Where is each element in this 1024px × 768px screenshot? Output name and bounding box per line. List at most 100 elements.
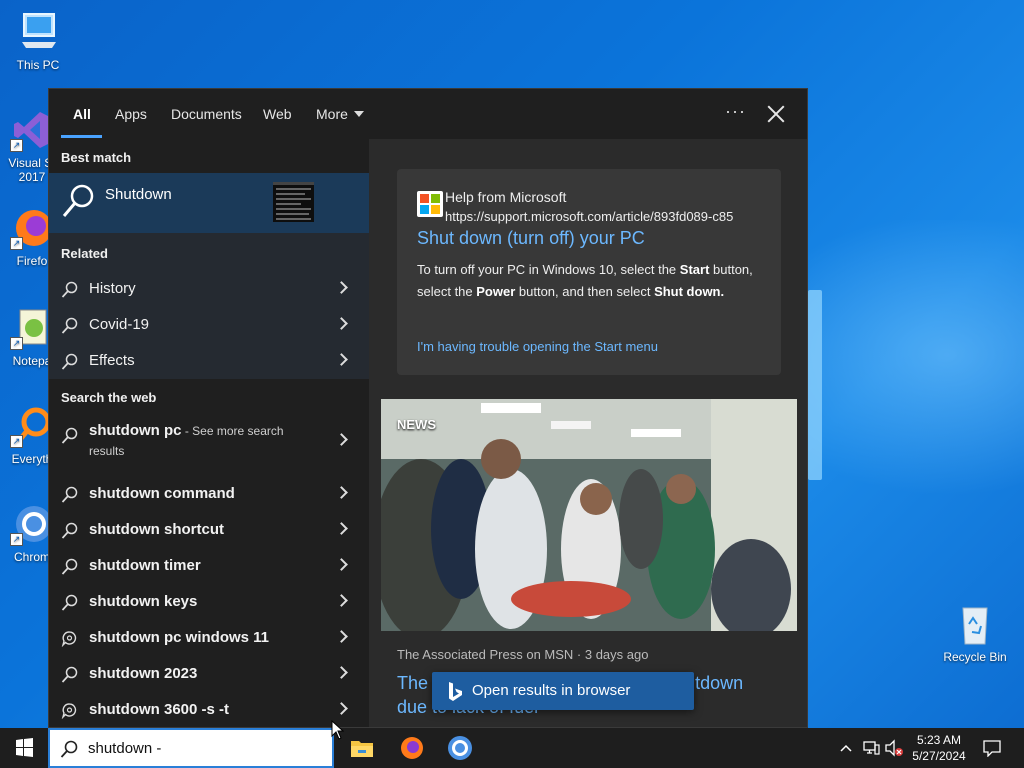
web-result-item[interactable]: shutdown pc - See more search results: [49, 417, 369, 467]
chevron-right-icon: [335, 630, 348, 643]
help-source: Help from Microsoft: [445, 189, 567, 205]
tab-web[interactable]: Web: [263, 106, 292, 122]
chrome-icon[interactable]: [444, 732, 476, 764]
chevron-right-icon: [335, 558, 348, 571]
chevron-down-icon: [353, 111, 364, 117]
search-panel: All Apps Documents Web More ··· Best mat…: [48, 88, 808, 728]
web-result-query: shutdown keys: [89, 593, 198, 610]
web-result-label: shutdown pc windows 11: [89, 629, 269, 646]
computer-icon: [16, 10, 60, 54]
search-web-heading: Search the web: [61, 390, 157, 405]
clock-date: 5/27/2024: [912, 749, 966, 763]
help-trouble-link[interactable]: I'm having trouble opening the Start men…: [417, 339, 658, 354]
web-result-item[interactable]: shutdown 3600 -s -t: [49, 692, 369, 727]
news-label: NEWS: [397, 417, 436, 432]
chevron-right-icon: [335, 702, 348, 715]
related-label: History: [89, 280, 136, 297]
news-photo: [381, 399, 797, 631]
best-match-name: Shutdown: [105, 186, 172, 203]
open-results-in-browser-button[interactable]: Open results in browser: [432, 672, 694, 710]
windows-logo-icon: [16, 738, 33, 757]
web-result-label: shutdown keys: [89, 593, 197, 610]
search-input[interactable]: shutdown -: [88, 740, 161, 757]
mouse-cursor-icon: [331, 720, 345, 740]
open-results-label: Open results in browser: [472, 682, 631, 699]
network-icon[interactable]: [862, 739, 880, 757]
web-result-item[interactable]: shutdown 2023: [49, 656, 369, 692]
results-list: Best match Shutdown Related History Covi…: [49, 139, 369, 727]
system-clock[interactable]: 5:23 AM 5/27/2024: [900, 732, 978, 764]
related-item-covid-19[interactable]: Covid-19: [49, 307, 369, 343]
taskbar-search-box[interactable]: shutdown -: [48, 728, 334, 768]
web-result-query: shutdown command: [89, 485, 235, 502]
search-icon: [60, 740, 78, 758]
recycle-bin-icon: [953, 602, 997, 646]
action-center-icon[interactable]: [982, 739, 1002, 757]
chevron-right-icon: [335, 433, 348, 446]
web-result-item[interactable]: shutdown pc windows 11: [49, 620, 369, 656]
related-label: Covid-19: [89, 316, 150, 333]
web-result-query: shutdown 3600 -s -t: [89, 701, 230, 718]
microsoft-logo-icon: [417, 191, 443, 217]
best-match-heading: Best match: [61, 150, 132, 165]
bing-icon: [449, 682, 462, 701]
chevron-right-icon: [335, 594, 348, 607]
desktop-icon-this-pc[interactable]: This PC: [0, 10, 76, 72]
search-icon: [61, 427, 78, 444]
chat-search-icon: [61, 631, 77, 647]
search-icon: [62, 184, 94, 217]
search-icon: [61, 281, 78, 298]
desktop-icon-recycle-bin[interactable]: Recycle Bin: [937, 602, 1013, 664]
shutdown-thumbnail: [273, 182, 314, 222]
chevron-right-icon: [335, 522, 348, 535]
taskbar: shutdown - 5:23 AM 5/27/2024: [0, 728, 1024, 768]
tab-apps[interactable]: Apps: [115, 106, 147, 122]
best-match-item[interactable]: Shutdown: [49, 173, 369, 233]
firefox-icon[interactable]: [396, 732, 428, 764]
related-item-history[interactable]: History: [49, 271, 369, 307]
tab-all[interactable]: All: [73, 106, 91, 122]
search-icon: [61, 317, 78, 334]
web-result-item[interactable]: shutdown command: [49, 476, 369, 512]
search-tabs: All Apps Documents Web More ···: [49, 89, 807, 139]
help-body: To turn off your PC in Windows 10, selec…: [417, 262, 753, 299]
tab-more[interactable]: More: [316, 106, 364, 122]
tab-documents[interactable]: Documents: [171, 106, 242, 122]
search-icon: [61, 353, 78, 370]
file-explorer-icon[interactable]: [346, 732, 378, 764]
start-button[interactable]: [0, 728, 48, 768]
help-title[interactable]: Shut down (turn off) your PC: [417, 228, 645, 249]
chevron-up-icon[interactable]: [838, 740, 854, 756]
web-result-label: shutdown 2023: [89, 665, 197, 682]
help-url[interactable]: https://support.microsoft.com/article/89…: [445, 209, 761, 224]
chevron-right-icon: [335, 281, 348, 294]
ellipsis-icon[interactable]: ···: [725, 101, 746, 122]
help-card: Help from Microsoft https://support.micr…: [397, 169, 781, 375]
web-result-item[interactable]: shutdown timer: [49, 548, 369, 584]
tab-more-label: More: [316, 106, 348, 122]
search-icon: [61, 594, 78, 611]
web-result-query: shutdown pc windows 11: [89, 629, 270, 646]
related-label: Effects: [89, 352, 135, 369]
web-result-item[interactable]: shutdown shortcut: [49, 512, 369, 548]
chevron-right-icon: [335, 666, 348, 679]
news-image[interactable]: NEWS: [381, 399, 797, 631]
related-item-effects[interactable]: Effects: [49, 343, 369, 379]
web-result-label: shutdown pc - See more search results: [89, 421, 319, 461]
related-heading: Related: [61, 246, 108, 261]
web-result-query: shutdown pc: [89, 422, 182, 439]
web-result-label: shutdown command: [89, 485, 235, 502]
web-result-item[interactable]: shutdown keys: [49, 584, 369, 620]
clock-time: 5:23 AM: [916, 733, 962, 747]
close-icon[interactable]: [765, 103, 787, 125]
related-section: Related History Covid-19 Effects: [49, 233, 369, 379]
chevron-right-icon: [335, 486, 348, 499]
search-icon: [61, 486, 78, 503]
web-result-query: shutdown shortcut: [89, 521, 224, 538]
web-result-label: shutdown shortcut: [89, 521, 224, 538]
chevron-right-icon: [335, 317, 348, 330]
search-icon: [61, 666, 78, 683]
web-result-query: shutdown 2023: [89, 665, 198, 682]
chat-search-icon: [61, 703, 77, 719]
news-source: The Associated Press on MSN · 3 days ago: [397, 647, 649, 662]
